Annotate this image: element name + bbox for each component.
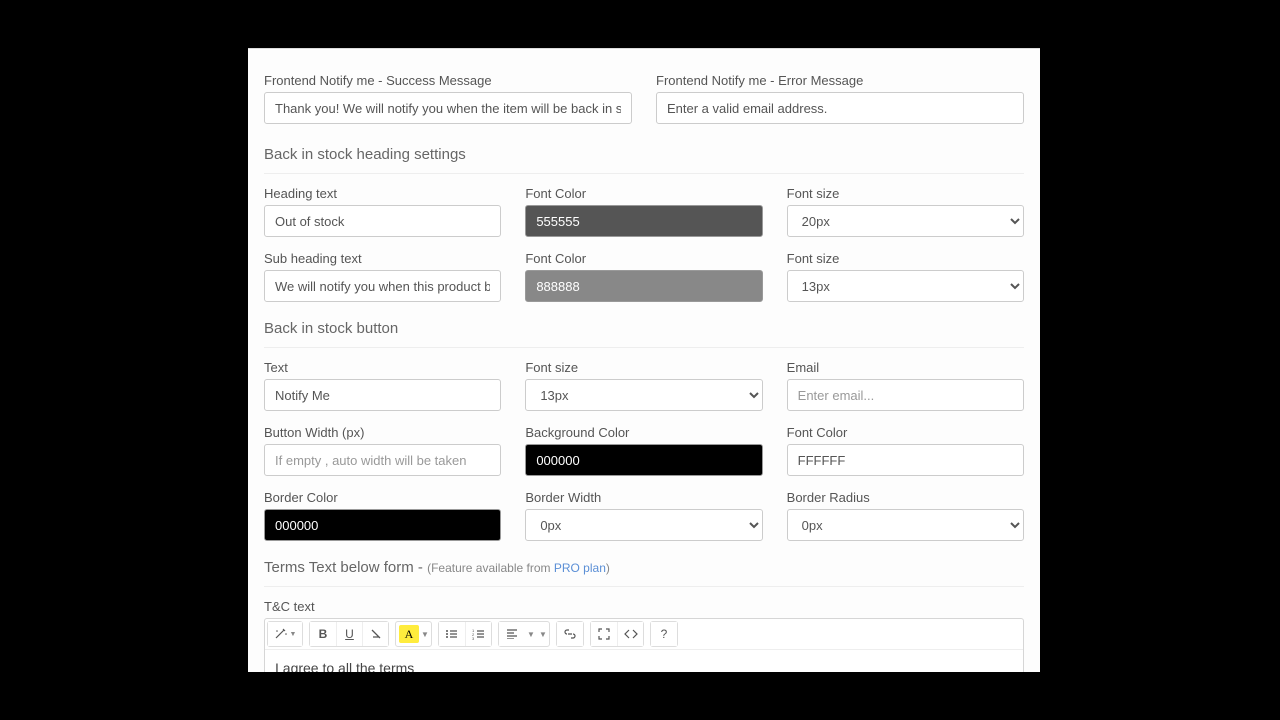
button-bgcolor-input[interactable]: [525, 444, 762, 476]
svg-text:3: 3: [472, 636, 475, 640]
underline-icon[interactable]: U: [336, 622, 362, 646]
chevron-down-icon[interactable]: ▼: [419, 622, 431, 646]
button-row-1: Text Font size 13px Email: [264, 352, 1024, 411]
button-text-label: Text: [264, 360, 501, 375]
heading-row-1: Heading text Font Color Font size 20px: [264, 178, 1024, 237]
button-borderradius-label: Border Radius: [787, 490, 1024, 505]
pro-plan-link[interactable]: PRO plan: [554, 561, 606, 575]
subheading-fontcolor-label: Font Color: [525, 251, 762, 266]
button-row-3: Border Color Border Width 0px Border Rad…: [264, 482, 1024, 541]
button-bordercolor-input[interactable]: [264, 509, 501, 541]
code-icon[interactable]: [617, 622, 643, 646]
button-borderwidth-label: Border Width: [525, 490, 762, 505]
heading-fontcolor-input[interactable]: [525, 205, 762, 237]
button-bordercolor-label: Border Color: [264, 490, 501, 505]
heading-text-input[interactable]: [264, 205, 501, 237]
heading-fontsize-label: Font size: [787, 186, 1024, 201]
help-icon[interactable]: ?: [651, 622, 677, 646]
subheading-fontcolor-input[interactable]: [525, 270, 762, 302]
button-row-2: Button Width (px) Background Color Font …: [264, 417, 1024, 476]
ul-icon[interactable]: [439, 622, 465, 646]
bold-icon[interactable]: B: [310, 622, 336, 646]
settings-panel: Frontend Notify me - Success Message Fro…: [248, 48, 1040, 672]
success-msg-label: Frontend Notify me - Success Message: [264, 73, 632, 88]
fullscreen-icon[interactable]: [591, 622, 617, 646]
terms-note: (Feature available from PRO plan): [427, 561, 610, 575]
button-bgcolor-label: Background Color: [525, 425, 762, 440]
button-width-label: Button Width (px): [264, 425, 501, 440]
button-email-input[interactable]: [787, 379, 1024, 411]
tc-editor: ▼ B U A ▼ 123: [264, 618, 1024, 672]
terms-note-suffix: ): [606, 561, 610, 575]
subheading-text-label: Sub heading text: [264, 251, 501, 266]
error-msg-input[interactable]: [656, 92, 1024, 124]
button-fontcolor-input[interactable]: [787, 444, 1024, 476]
subheading-text-input[interactable]: [264, 270, 501, 302]
button-email-label: Email: [787, 360, 1024, 375]
chevron-down-icon[interactable]: ▼: [525, 622, 537, 646]
link-icon[interactable]: [557, 622, 583, 646]
button-fontsize-select[interactable]: 13px: [525, 379, 762, 411]
button-fontsize-label: Font size: [525, 360, 762, 375]
subheading-fontsize-label: Font size: [787, 251, 1024, 266]
editor-body[interactable]: I agree to all the terms: [265, 650, 1023, 672]
tc-text-label: T&C text: [264, 599, 1024, 614]
heading-fontsize-select[interactable]: 20px: [787, 205, 1024, 237]
clear-format-icon[interactable]: [362, 622, 388, 646]
heading-section-title: Back in stock heading settings: [264, 146, 1024, 174]
subheading-fontsize-select[interactable]: 13px: [787, 270, 1024, 302]
magic-icon[interactable]: ▼: [268, 622, 302, 646]
button-section-title: Back in stock button: [264, 320, 1024, 348]
button-width-input[interactable]: [264, 444, 501, 476]
button-fontcolor-label: Font Color: [787, 425, 1024, 440]
button-borderwidth-select[interactable]: 0px: [525, 509, 762, 541]
heading-text-label: Heading text: [264, 186, 501, 201]
button-borderradius-select[interactable]: 0px: [787, 509, 1024, 541]
editor-toolbar: ▼ B U A ▼ 123: [265, 619, 1023, 650]
ol-icon[interactable]: 123: [465, 622, 491, 646]
terms-title-text: Terms Text below form -: [264, 559, 427, 576]
heading-fontcolor-label: Font Color: [525, 186, 762, 201]
error-msg-label: Frontend Notify me - Error Message: [656, 73, 1024, 88]
font-color-icon[interactable]: A: [399, 625, 419, 643]
align-icon[interactable]: [499, 622, 525, 646]
terms-note-prefix: (Feature available from: [427, 561, 554, 575]
notify-row: Frontend Notify me - Success Message Fro…: [264, 65, 1024, 124]
chevron-down-icon[interactable]: ▼: [537, 622, 549, 646]
button-text-input[interactable]: [264, 379, 501, 411]
heading-row-2: Sub heading text Font Color Font size 13…: [264, 243, 1024, 302]
success-msg-input[interactable]: [264, 92, 632, 124]
terms-section-title: Terms Text below form - (Feature availab…: [264, 559, 1024, 587]
